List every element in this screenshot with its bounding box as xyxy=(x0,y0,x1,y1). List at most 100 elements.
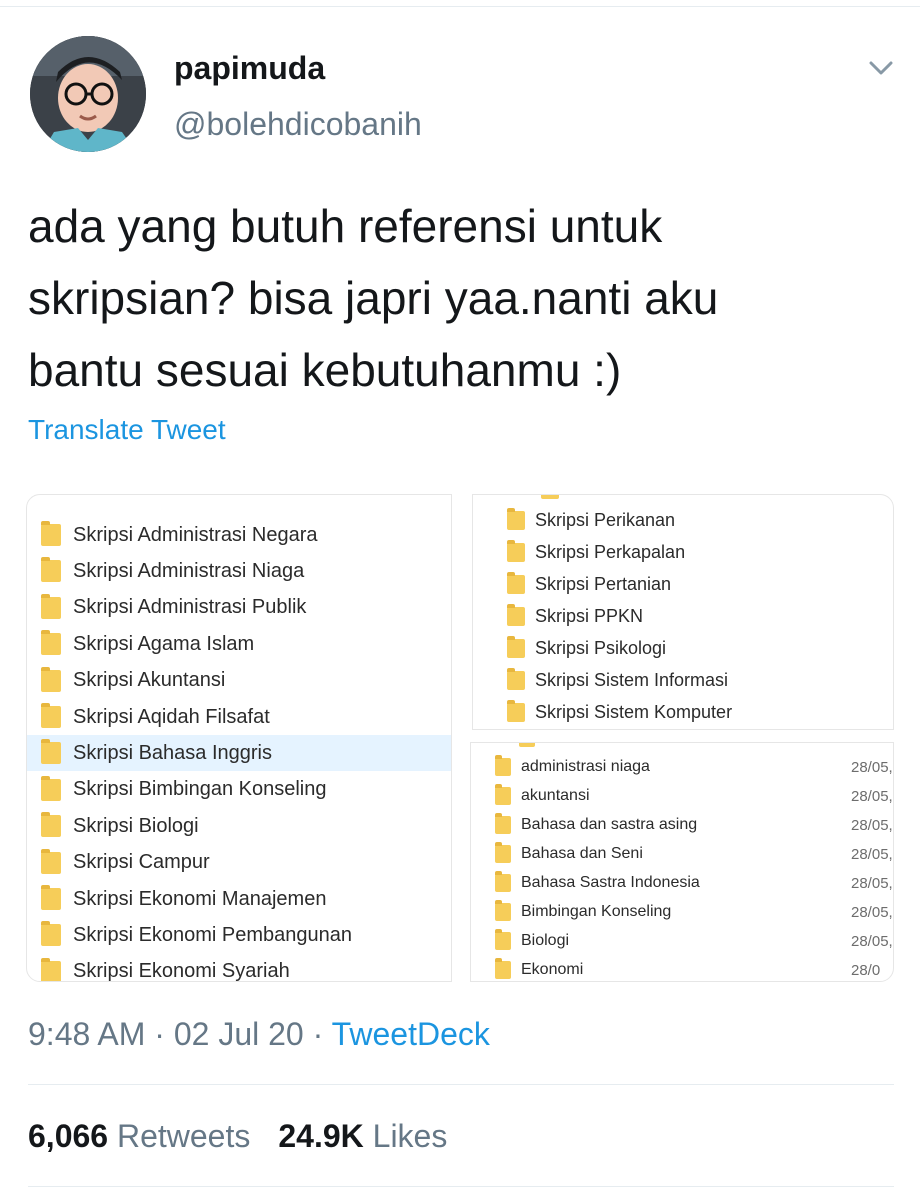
folder-row[interactable]: Skripsi Ekonomi Manajemen xyxy=(27,881,451,917)
tweet-time[interactable]: 9:48 AM xyxy=(28,1016,145,1052)
folder-date: 28/05, xyxy=(851,816,893,834)
folder-label: Bahasa dan Seni xyxy=(521,845,643,862)
tweet-media[interactable]: Skripsi Administrasi Negara Skripsi Admin… xyxy=(26,494,894,982)
tweet-meta: 9:48 AM · 02 Jul 20 · TweetDeck xyxy=(28,1016,490,1053)
tweet-text-line: skripsian? bisa japri yaa.nanti aku xyxy=(28,272,719,324)
folder-icon xyxy=(41,557,61,583)
retweets-stat[interactable]: 6,066 Retweets xyxy=(28,1118,250,1154)
folder-row[interactable]: Skripsi Administrasi Negara xyxy=(27,517,451,553)
folder-icon xyxy=(41,957,61,981)
folder-row[interactable]: Skripsi Pertanian xyxy=(473,569,893,599)
folder-label: Ekonomi xyxy=(521,961,584,978)
folder-row[interactable]: Ekonomi 28/0 xyxy=(471,956,893,981)
folder-row[interactable]: Skripsi Bimbingan Konseling xyxy=(27,772,451,808)
folder-icon xyxy=(41,703,61,728)
folder-row[interactable]: Skripsi Agama Islam xyxy=(27,626,451,662)
separator: · xyxy=(145,1016,174,1052)
folder-icon xyxy=(41,812,61,838)
media-image-folder-list-right-bottom[interactable]: administrasi niaga 28/05, akuntansi 28/05, B… xyxy=(470,742,894,982)
folder-row[interactable]: Skripsi Campur xyxy=(27,845,451,881)
folder-icon xyxy=(507,667,525,690)
folder-icon xyxy=(495,842,511,863)
likes-label: Likes xyxy=(372,1118,448,1154)
folder-label: Skripsi Psikologi xyxy=(535,637,667,658)
folder-label: Biologi xyxy=(521,932,570,949)
tweet-text: ada yang butuh referensi untuk skripsian… xyxy=(28,190,888,406)
folder-row[interactable]: Skripsi Psikologi xyxy=(473,633,893,663)
folder-label: Skripsi Agama Islam xyxy=(73,632,255,655)
folder-row[interactable]: Skripsi Akuntansi xyxy=(27,663,451,699)
folder-icon xyxy=(507,507,525,530)
folder-label: Skripsi Bimbingan Konseling xyxy=(73,778,327,801)
folder-row[interactable]: Bahasa dan sastra asing 28/05, xyxy=(471,811,893,839)
folder-label: Skripsi Bahasa Inggris xyxy=(73,741,272,764)
folder-row[interactable]: Skripsi Biologi xyxy=(27,808,451,844)
tweet-stats: 6,066 Retweets 24.9K Likes xyxy=(28,1118,447,1155)
folder-label: Skripsi Administrasi Publik xyxy=(73,596,307,619)
chevron-down-icon[interactable] xyxy=(866,56,896,80)
folder-icon xyxy=(495,871,511,892)
folder-icon xyxy=(41,593,61,619)
folder-label: Skripsi Sistem Komputer xyxy=(535,701,733,722)
retweets-label: Retweets xyxy=(116,1118,251,1154)
folder-icon xyxy=(507,699,525,722)
folder-label: administrasi niaga xyxy=(521,758,650,775)
display-name[interactable]: papimuda xyxy=(174,50,325,87)
folder-label: Skripsi Ekonomi Pembangunan xyxy=(73,923,353,946)
media-image-folder-list-left[interactable]: Skripsi Administrasi Negara Skripsi Admin… xyxy=(26,494,452,982)
folder-row[interactable]: Bimbingan Konseling 28/05, xyxy=(471,898,893,926)
user-handle[interactable]: @bolehdicobanih xyxy=(174,106,422,143)
likes-count: 24.9K xyxy=(278,1118,364,1154)
translate-tweet-link[interactable]: Translate Tweet xyxy=(28,414,226,446)
folder-label: Skripsi Perkapalan xyxy=(535,541,686,562)
folder-row[interactable]: Skripsi Administrasi Niaga xyxy=(27,553,451,589)
folder-icon xyxy=(41,848,61,874)
folder-date: 28/05, xyxy=(851,903,893,921)
folder-row[interactable]: Bahasa Sastra Indonesia 28/05, xyxy=(471,869,893,897)
folder-row[interactable]: Skripsi Bahasa Inggris xyxy=(27,735,451,772)
media-image-folder-list-right-top[interactable]: Skripsi Perikanan Skripsi Perkapalan Skrip… xyxy=(472,494,894,730)
folder-icon xyxy=(507,635,525,658)
folder-icon xyxy=(41,521,61,546)
folder-row[interactable]: Biologi 28/05, xyxy=(471,927,893,955)
folder-icon xyxy=(507,539,525,562)
tweet-date[interactable]: 02 Jul 20 xyxy=(174,1016,304,1052)
folder-label: Skripsi Campur xyxy=(73,851,210,874)
folder-row[interactable]: Skripsi Perikanan xyxy=(473,505,893,535)
folder-label: Skripsi Ekonomi Manajemen xyxy=(73,887,327,910)
top-divider xyxy=(0,6,920,7)
folder-row[interactable]: Skripsi Ekonomi Syariah xyxy=(27,954,451,981)
folder-label: Skripsi Sistem Informasi xyxy=(535,669,729,690)
folder-label: Skripsi PPKN xyxy=(535,605,644,626)
folder-label: Skripsi Administrasi Negara xyxy=(73,523,318,546)
divider xyxy=(28,1186,894,1187)
folder-row[interactable]: Skripsi Administrasi Publik xyxy=(27,590,451,626)
folder-icon xyxy=(495,958,511,979)
folder-icon xyxy=(519,743,535,747)
folder-row[interactable]: Skripsi Ekonomi Pembangunan xyxy=(27,917,451,953)
folder-row[interactable]: akuntansi 28/05, xyxy=(471,782,893,810)
folder-icon xyxy=(495,900,511,921)
folder-label: Skripsi Aqidah Filsafat xyxy=(73,705,270,728)
folder-row[interactable]: administrasi niaga 28/05, xyxy=(471,753,893,781)
folder-row[interactable]: Skripsi Perkapalan xyxy=(473,537,893,567)
folder-label: Skripsi Administrasi Niaga xyxy=(73,559,305,582)
folder-icon xyxy=(41,630,61,656)
folder-label: Bahasa dan sastra asing xyxy=(521,816,698,833)
folder-row[interactable]: Skripsi Sistem Informasi xyxy=(473,665,893,695)
likes-stat[interactable]: 24.9K Likes xyxy=(278,1118,447,1154)
folder-label: Skripsi Pertanian xyxy=(535,573,672,594)
folder-row[interactable]: Skripsi Aqidah Filsafat xyxy=(27,699,451,735)
avatar[interactable] xyxy=(30,36,146,152)
folder-icon xyxy=(41,775,61,801)
folder-label: Skripsi Biologi xyxy=(73,814,199,837)
tweet-text-line: bantu sesuai kebutuhanmu :) xyxy=(28,344,622,396)
folder-row[interactable]: Skripsi PPKN xyxy=(473,601,893,631)
folder-row[interactable]: Bahasa dan Seni 28/05, xyxy=(471,840,893,868)
tweet-source-link[interactable]: TweetDeck xyxy=(332,1016,490,1052)
folder-row[interactable]: Skripsi Sistem Komputer xyxy=(473,697,893,727)
folder-date: 28/05, xyxy=(851,874,893,892)
folder-date: 28/05, xyxy=(851,787,893,805)
folder-date: 28/05, xyxy=(851,845,893,863)
divider xyxy=(28,1084,894,1085)
